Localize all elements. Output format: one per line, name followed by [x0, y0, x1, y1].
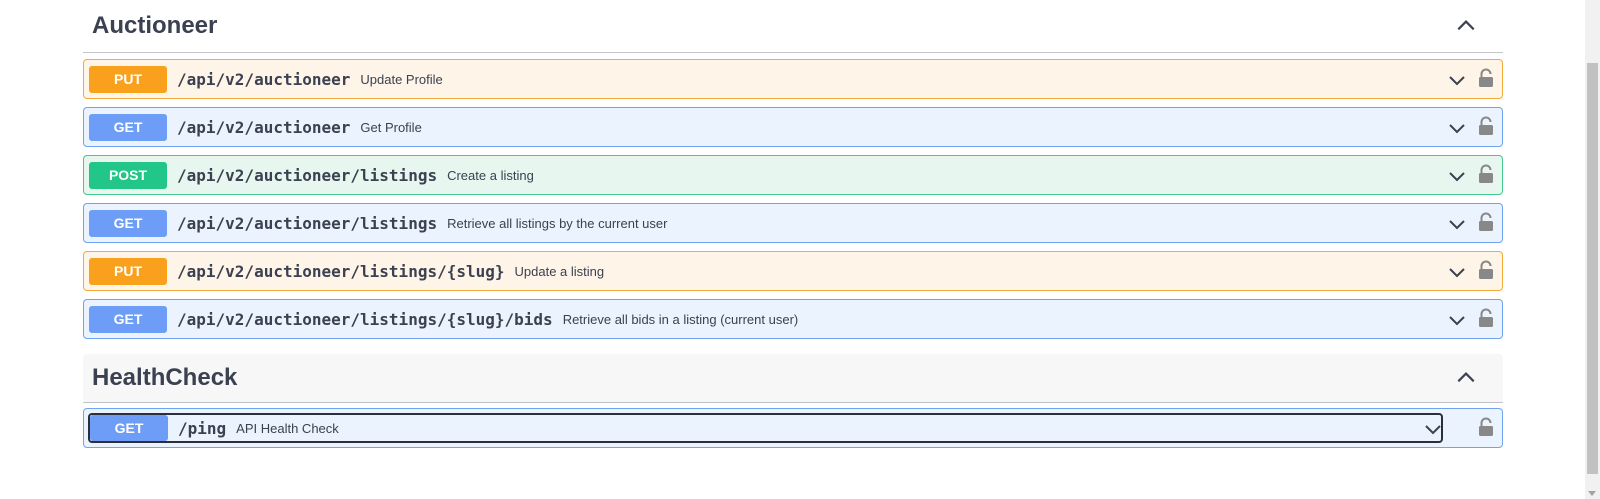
tag-section-healthcheck: HealthCheck [83, 354, 1503, 403]
operation-path: /api/v2/auctioneer/listings/{slug}/bids [177, 309, 553, 329]
vertical-scrollbar[interactable] [1585, 0, 1600, 499]
method-badge: POST [89, 161, 167, 189]
tag-title: HealthCheck [92, 364, 238, 391]
chevron-down-icon[interactable] [1447, 214, 1467, 234]
operation-put-listing-slug[interactable]: PUT /api/v2/auctioneer/listings/{slug} U… [83, 251, 1503, 291]
lock-icon[interactable] [1477, 212, 1495, 232]
method-badge: GET [89, 209, 167, 237]
chevron-down-icon[interactable] [1447, 310, 1467, 330]
operation-get-ping[interactable]: GET /ping API Health Check [83, 408, 1503, 448]
operation-summary: Get Profile [360, 119, 422, 135]
operation-summary: Create a listing [447, 167, 534, 183]
operation-path: /api/v2/auctioneer/listings [177, 165, 438, 185]
chevron-down-icon[interactable] [1447, 118, 1467, 138]
operation-summary: Retrieve all listings by the current use… [447, 215, 668, 231]
tag-header-healthcheck[interactable]: HealthCheck [83, 354, 1503, 403]
api-operations: Auctioneer PUT /api/v2/auctioneer Update… [83, 0, 1503, 456]
chevron-down-icon[interactable] [1447, 262, 1467, 282]
operation-get-auctioneer[interactable]: GET /api/v2/auctioneer Get Profile [83, 107, 1503, 147]
lock-icon[interactable] [1477, 308, 1495, 328]
lock-icon[interactable] [1477, 68, 1495, 88]
operation-path: /api/v2/auctioneer [177, 69, 351, 89]
swagger-page: Auctioneer PUT /api/v2/auctioneer Update… [0, 0, 1600, 499]
tag-header-auctioneer[interactable]: Auctioneer [83, 0, 1503, 53]
tag-section-auctioneer: Auctioneer PUT /api/v2/auctioneer Update… [83, 0, 1503, 339]
operation-summary: Update a listing [514, 263, 605, 279]
operation-path: /api/v2/auctioneer/listings [177, 213, 438, 233]
chevron-down-icon[interactable] [1447, 70, 1467, 90]
operation-post-listings[interactable]: POST /api/v2/auctioneer/listings Create … [83, 155, 1503, 195]
chevron-down-icon[interactable] [1423, 419, 1443, 439]
focused-operation-summary[interactable]: GET /ping API Health Check [88, 413, 1443, 443]
scrollbar-thumb[interactable] [1587, 63, 1598, 474]
method-badge: PUT [89, 257, 167, 285]
operation-summary: API Health Check [236, 420, 339, 436]
operation-put-auctioneer[interactable]: PUT /api/v2/auctioneer Update Profile [83, 59, 1503, 99]
chevron-down-icon[interactable] [1447, 166, 1467, 186]
method-badge: GET [90, 415, 168, 441]
operation-summary: Retrieve all bids in a listing (current … [562, 311, 799, 327]
operation-get-listings[interactable]: GET /api/v2/auctioneer/listings Retrieve… [83, 203, 1503, 243]
method-badge: GET [89, 305, 167, 333]
operation-path: /ping [178, 418, 227, 438]
lock-icon[interactable] [1477, 260, 1495, 280]
operation-path: /api/v2/auctioneer/listings/{slug} [177, 261, 505, 281]
method-badge: PUT [89, 65, 167, 93]
scroll-down-arrow-icon[interactable] [1588, 491, 1596, 496]
lock-icon[interactable] [1477, 417, 1495, 437]
method-badge: GET [89, 113, 167, 141]
tag-title: Auctioneer [92, 12, 218, 39]
operation-get-listing-bids[interactable]: GET /api/v2/auctioneer/listings/{slug}/b… [83, 299, 1503, 339]
lock-icon[interactable] [1477, 116, 1495, 136]
chevron-up-icon[interactable] [1455, 367, 1477, 389]
operation-summary: Update Profile [360, 71, 443, 87]
operation-path: /api/v2/auctioneer [177, 117, 351, 137]
chevron-up-icon[interactable] [1455, 15, 1477, 37]
lock-icon[interactable] [1477, 164, 1495, 184]
